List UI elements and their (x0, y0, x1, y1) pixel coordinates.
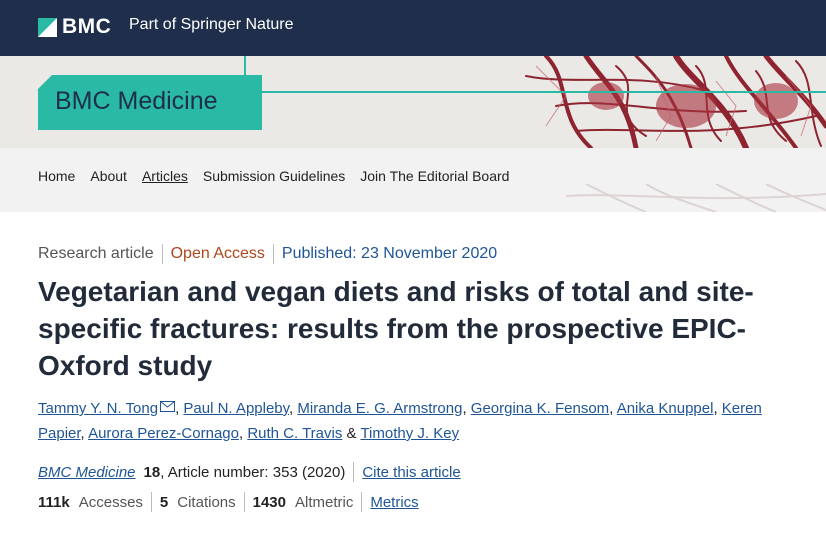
author-list: Tammy Y. N. Tong, Paul N. Appleby, Miran… (38, 396, 798, 446)
journal-title: BMC Medicine (55, 87, 218, 115)
divider (161, 244, 163, 264)
altmetric-label: Altmetric (295, 493, 354, 511)
author-link[interactable]: Tammy Y. N. Tong (38, 400, 158, 417)
envelope-icon[interactable] (160, 401, 176, 412)
nav-item-articles[interactable]: Articles (142, 168, 188, 184)
journal-header: BMC Medicine (0, 56, 826, 148)
divider (361, 492, 363, 512)
citations-label: Citations (177, 493, 236, 511)
article-info-row: Research article Open Access Published: … (38, 243, 798, 265)
author-link[interactable]: Timothy J. Key (360, 425, 459, 442)
citation-journal-link[interactable]: BMC Medicine (38, 464, 136, 481)
nav-items: Home About Articles Submission Guideline… (38, 168, 524, 184)
divider (353, 462, 355, 482)
bmc-logo[interactable]: BMC (38, 15, 111, 39)
nav-item-submission-guidelines[interactable]: Submission Guidelines (203, 168, 345, 184)
author-separator: , (80, 425, 89, 442)
journal-nav: Home About Articles Submission Guideline… (0, 148, 826, 212)
citation-article-number: , Article number: 353 (2020) (160, 463, 346, 481)
author-separator: , (462, 400, 471, 417)
published-date: Published: 23 November 2020 (281, 245, 498, 262)
nav-item-about[interactable]: About (90, 168, 127, 184)
metrics-row: 111k Accesses 5 Citations 1430 Altmetric… (38, 491, 419, 513)
brand-bar: BMC Part of Springer Nature (0, 0, 826, 56)
decorative-teal-line (262, 91, 826, 93)
author-separator: , (609, 400, 617, 417)
author-link[interactable]: Anika Knuppel (617, 400, 714, 417)
article-meta: Research article Open Access Published: … (38, 243, 798, 265)
metrics-link[interactable]: Metrics (370, 494, 418, 511)
journal-badge[interactable]: BMC Medicine (38, 75, 262, 130)
nav-item-home[interactable]: Home (38, 168, 75, 184)
author-link[interactable]: Aurora Perez-Cornago (88, 425, 239, 442)
author-link[interactable]: Georgina K. Fensom (471, 400, 609, 417)
author-separator: , (713, 400, 722, 417)
open-access-badge: Open Access (170, 245, 265, 262)
author-separator: & (342, 425, 361, 442)
divider (150, 492, 152, 512)
divider (243, 492, 245, 512)
article-title: Vegetarian and vegan diets and risks of … (38, 276, 754, 381)
vascular-illustration-faded (566, 184, 826, 212)
accesses-label: Accesses (78, 493, 143, 511)
bmc-logo-icon (38, 17, 57, 37)
vascular-illustration (516, 56, 826, 148)
divider (272, 244, 274, 264)
cite-this-article-link[interactable]: Cite this article (362, 464, 460, 481)
decorative-teal-line (244, 56, 246, 75)
altmetric-score: 1430 (252, 493, 286, 511)
citation-volume: 18 (143, 463, 161, 481)
article-type: Research article (38, 245, 154, 262)
citation-row: BMC Medicine 18 , Article number: 353 (2… (38, 461, 461, 483)
bmc-logo-text: BMC (62, 15, 112, 38)
citations-count: 5 (159, 493, 169, 511)
accesses-count: 111k (38, 493, 70, 511)
springer-nature-tagline[interactable]: Part of Springer Nature (129, 16, 294, 34)
nav-item-join-editorial-board[interactable]: Join The Editorial Board (360, 168, 509, 184)
author-link[interactable]: Miranda E. G. Armstrong (297, 400, 462, 417)
author-link[interactable]: Paul N. Appleby (183, 400, 289, 417)
author-link[interactable]: Ruth C. Travis (247, 425, 342, 442)
